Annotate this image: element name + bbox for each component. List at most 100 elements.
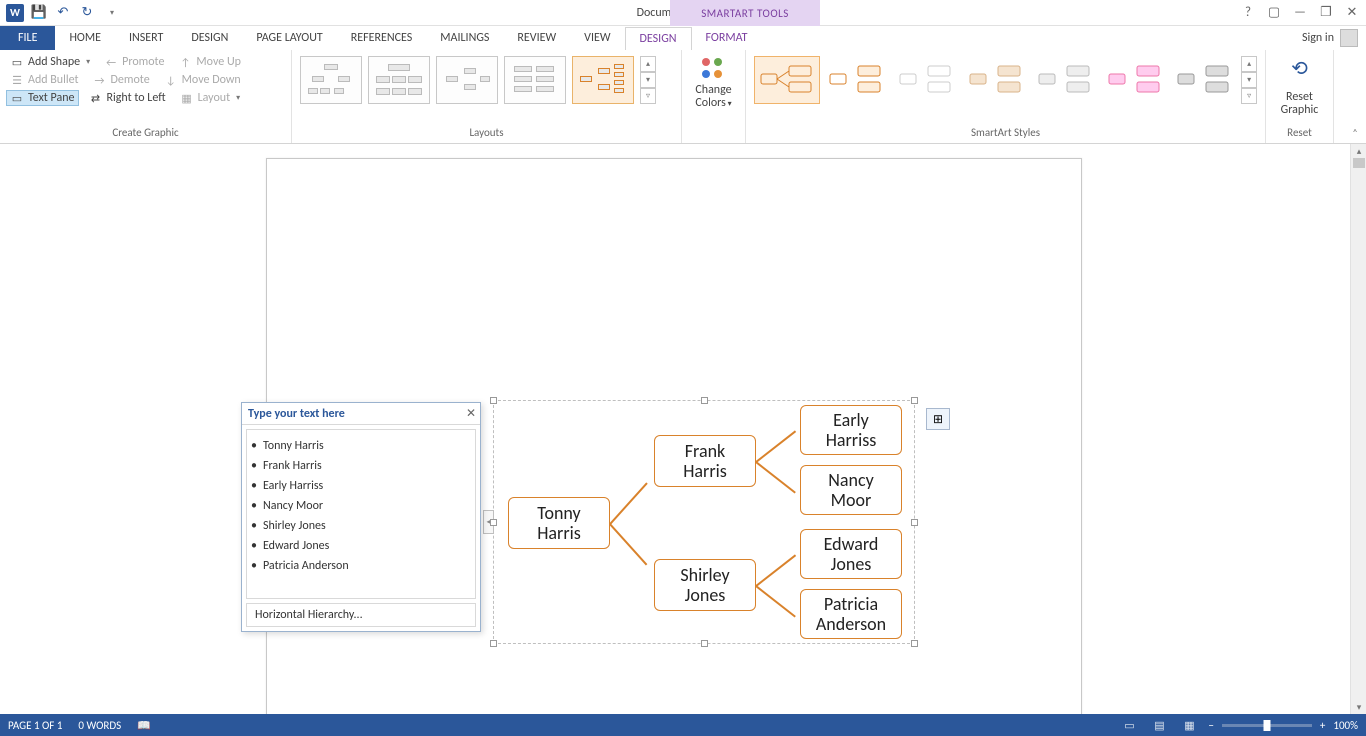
restore-icon[interactable]: ❐: [1316, 3, 1336, 23]
text-pane-close-icon[interactable]: ✕: [466, 406, 476, 421]
smartart-node-root[interactable]: Tonny Harris: [508, 497, 610, 549]
scrollbar-thumb[interactable]: [1353, 158, 1365, 168]
style-option-4[interactable]: [963, 56, 1029, 104]
smartart-node-l3c[interactable]: Edward Jones: [800, 529, 902, 579]
add-bullet-icon: ☰: [10, 73, 24, 87]
style-option-6[interactable]: [1102, 56, 1168, 104]
status-page[interactable]: PAGE 1 OF 1: [8, 719, 62, 732]
zoom-in-icon[interactable]: +: [1320, 719, 1325, 732]
tab-home[interactable]: HOME: [55, 26, 115, 50]
quick-access-toolbar: W 💾 ↶ ↻: [0, 2, 122, 24]
scroll-up-icon[interactable]: ▴: [1351, 144, 1366, 158]
change-colors-icon: [698, 56, 730, 82]
title-bar: W 💾 ↶ ↻ Document2 - Word SMARTART TOOLS …: [0, 0, 1366, 26]
text-pane-body[interactable]: Tonny HarrisFrank HarrisEarly HarrissNan…: [246, 429, 476, 599]
reset-icon: ⟲: [1291, 56, 1308, 81]
redo-icon[interactable]: ↻: [76, 2, 98, 24]
style-option-2[interactable]: [824, 56, 890, 104]
tab-page-layout[interactable]: PAGE LAYOUT: [242, 26, 336, 50]
smartart-text-pane[interactable]: Type your text here ✕ Tonny HarrisFrank …: [241, 402, 481, 632]
minimize-icon[interactable]: —: [1290, 3, 1310, 23]
smartart-node-l3d[interactable]: Patricia Anderson: [800, 589, 902, 639]
style-option-7[interactable]: [1172, 56, 1238, 104]
vertical-scrollbar[interactable]: ▴ ▾: [1350, 144, 1366, 714]
group-create-graphic: ▭Add Shape ←Promote ↑Move Up ☰Add Bullet…: [0, 50, 292, 143]
text-pane-item[interactable]: Early Harriss: [251, 476, 471, 496]
promote-button[interactable]: ←Promote: [100, 54, 168, 70]
layout-option-3[interactable]: [436, 56, 498, 104]
style-option-5[interactable]: [1032, 56, 1098, 104]
move-down-icon: ↓: [164, 73, 178, 87]
qat-customize-icon[interactable]: [100, 2, 122, 24]
zoom-level[interactable]: 100%: [1333, 719, 1358, 732]
close-icon[interactable]: ✕: [1342, 3, 1362, 23]
add-bullet-button[interactable]: ☰Add Bullet: [6, 72, 83, 88]
style-option-1[interactable]: [754, 56, 820, 104]
group-label-layouts: Layouts: [298, 124, 675, 143]
layout-options-icon[interactable]: ⊞: [926, 408, 950, 430]
spellcheck-icon[interactable]: 📖: [137, 719, 151, 732]
smartart-node-l3a[interactable]: Early Harriss: [800, 405, 902, 455]
layout-option-1[interactable]: [300, 56, 362, 104]
help-icon[interactable]: ?: [1238, 3, 1258, 23]
sign-in-label: Sign in: [1302, 31, 1334, 45]
contextual-tab-header: SMARTART TOOLS: [670, 0, 820, 26]
right-to-left-button[interactable]: ⇄Right to Left: [85, 90, 170, 106]
tab-file[interactable]: FILE: [0, 26, 55, 50]
demote-button[interactable]: →Demote: [89, 72, 154, 88]
text-pane-item[interactable]: Nancy Moor: [251, 496, 471, 516]
rtl-icon: ⇄: [89, 91, 103, 105]
layout-gallery-scroll[interactable]: ▴▾▿: [640, 56, 656, 104]
undo-icon[interactable]: ↶: [52, 2, 74, 24]
smartart-canvas[interactable]: ◂ Tonny Harris Frank Harris Shirley Jone…: [493, 400, 915, 644]
layout-option-4[interactable]: [504, 56, 566, 104]
tab-references[interactable]: REFERENCES: [337, 26, 427, 50]
smartart-node-l2b[interactable]: Shirley Jones: [654, 559, 756, 611]
avatar-icon: [1340, 29, 1358, 47]
group-label-create: Create Graphic: [6, 124, 285, 143]
tab-mailings[interactable]: MAILINGS: [426, 26, 503, 50]
zoom-out-icon[interactable]: −: [1208, 719, 1213, 732]
scroll-down-icon[interactable]: ▾: [1351, 700, 1366, 714]
collapse-ribbon-icon[interactable]: ˄: [1348, 125, 1362, 139]
add-shape-button[interactable]: ▭Add Shape: [6, 54, 94, 70]
text-pane-item[interactable]: Patricia Anderson: [251, 556, 471, 576]
tab-smartart-design[interactable]: DESIGN: [625, 27, 692, 51]
move-up-button[interactable]: ↑Move Up: [174, 54, 245, 70]
text-pane-header: Type your text here ✕: [242, 403, 480, 425]
tab-smartart-format[interactable]: FORMAT: [692, 26, 762, 50]
text-pane-item[interactable]: Frank Harris: [251, 456, 471, 476]
ribbon-display-icon[interactable]: ▢: [1264, 3, 1284, 23]
demote-icon: →: [93, 73, 107, 87]
group-layouts: ▴▾▿ Layouts: [292, 50, 682, 143]
change-colors-button[interactable]: ChangeColors ▾: [682, 50, 746, 143]
ribbon: ▭Add Shape ←Promote ↑Move Up ☰Add Bullet…: [0, 50, 1366, 144]
promote-icon: ←: [104, 55, 118, 69]
sign-in[interactable]: Sign in: [1302, 29, 1358, 47]
reset-graphic-button[interactable]: ⟲ ResetGraphic Reset: [1266, 50, 1334, 143]
view-read-mode-icon[interactable]: ▭: [1118, 717, 1140, 733]
tab-insert[interactable]: INSERT: [115, 26, 177, 50]
text-pane-toggle[interactable]: ▭Text Pane: [6, 90, 79, 106]
tab-view[interactable]: VIEW: [570, 26, 624, 50]
text-pane-item[interactable]: Edward Jones: [251, 536, 471, 556]
save-icon[interactable]: 💾: [28, 2, 50, 24]
view-print-layout-icon[interactable]: ▤: [1148, 717, 1170, 733]
text-pane-item[interactable]: Tonny Harris: [251, 436, 471, 456]
word-app-icon[interactable]: W: [4, 2, 26, 24]
layout-option-5[interactable]: [572, 56, 634, 104]
tab-design-main[interactable]: DESIGN: [177, 26, 242, 50]
layout-button[interactable]: ▦Layout: [176, 90, 245, 106]
layout-option-2[interactable]: [368, 56, 430, 104]
style-gallery-scroll[interactable]: ▴▾▿: [1241, 56, 1257, 104]
tab-review[interactable]: REVIEW: [503, 26, 570, 50]
status-words[interactable]: 0 WORDS: [78, 719, 121, 732]
smartart-node-l3b[interactable]: Nancy Moor: [800, 465, 902, 515]
view-web-layout-icon[interactable]: ▦: [1178, 717, 1200, 733]
zoom-slider[interactable]: [1222, 724, 1312, 727]
style-option-3[interactable]: [893, 56, 959, 104]
text-pane-item[interactable]: Shirley Jones: [251, 516, 471, 536]
group-label-reset: Reset: [1287, 124, 1312, 143]
smartart-node-l2a[interactable]: Frank Harris: [654, 435, 756, 487]
move-down-button[interactable]: ↓Move Down: [160, 72, 245, 88]
